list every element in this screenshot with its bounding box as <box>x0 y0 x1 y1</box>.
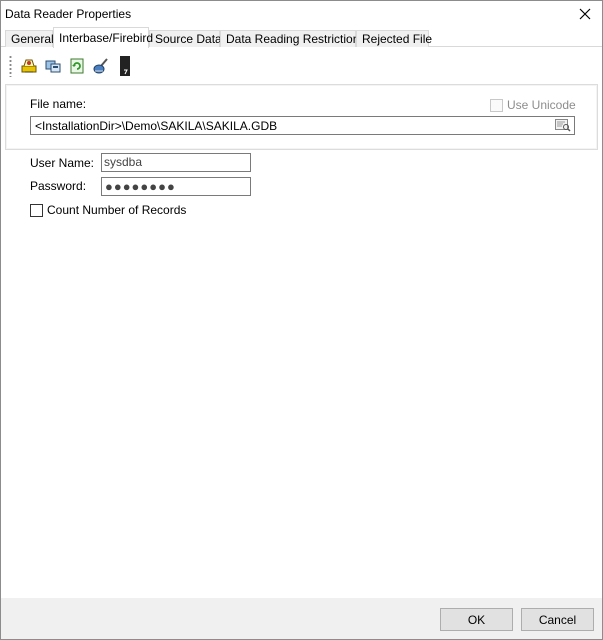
close-button[interactable] <box>574 4 596 24</box>
tab-content: File name: Use Unicode <InstallationDir>… <box>1 47 602 598</box>
count-records-option: Count Number of Records <box>30 203 186 217</box>
file-button[interactable] <box>114 55 136 77</box>
file-icon <box>120 56 130 76</box>
connect-icon <box>21 59 37 73</box>
user-name-input[interactable]: sysdba <box>101 153 251 172</box>
password-label: Password: <box>30 179 87 193</box>
tab-bar: General Interbase/Firebird Source Data D… <box>1 27 602 48</box>
brush-icon <box>93 58 108 74</box>
file-name-value: <InstallationDir>\Demo\SAKILA\SAKILA.GDB <box>35 119 278 133</box>
use-unicode-option: Use Unicode <box>490 98 576 112</box>
browse-button[interactable] <box>554 118 572 133</box>
database-button[interactable] <box>42 55 64 77</box>
use-unicode-checkbox[interactable] <box>490 98 503 112</box>
close-icon <box>579 8 591 20</box>
dialog-footer: OK Cancel <box>1 598 602 639</box>
count-records-checkbox[interactable] <box>30 203 43 217</box>
file-group: File name: Use Unicode <InstallationDir>… <box>5 84 598 150</box>
database-icon <box>45 60 61 73</box>
file-name-input[interactable]: <InstallationDir>\Demo\SAKILA\SAKILA.GDB <box>30 116 575 135</box>
tab-source-data[interactable]: Source Data <box>149 30 222 47</box>
count-records-label: Count Number of Records <box>47 203 187 217</box>
title-bar: Data Reader Properties <box>1 1 602 27</box>
connect-button[interactable] <box>18 55 40 77</box>
browse-icon <box>555 119 571 132</box>
refresh-button[interactable] <box>66 55 88 77</box>
user-name-label: User Name: <box>30 156 95 170</box>
toolbar <box>9 53 149 79</box>
tab-interbase-firebird[interactable]: Interbase/Firebird <box>53 27 153 48</box>
toolbar-grip[interactable] <box>9 55 12 77</box>
dialog-window: Data Reader Properties General Interbase… <box>0 0 603 640</box>
password-input[interactable]: ●●●●●●●● <box>101 177 251 196</box>
use-unicode-label: Use Unicode <box>507 98 576 112</box>
refresh-icon <box>70 58 84 74</box>
brush-button[interactable] <box>90 55 112 77</box>
file-name-label: File name: <box>30 97 87 111</box>
cancel-button[interactable]: Cancel <box>521 608 594 631</box>
ok-button[interactable]: OK <box>440 608 513 631</box>
tab-general[interactable]: General <box>5 30 54 47</box>
tab-rejected-file[interactable]: Rejected File <box>356 30 432 47</box>
tab-data-reading-restrictions[interactable]: Data Reading Restrictions <box>220 30 365 47</box>
window-title: Data Reader Properties <box>5 7 132 21</box>
